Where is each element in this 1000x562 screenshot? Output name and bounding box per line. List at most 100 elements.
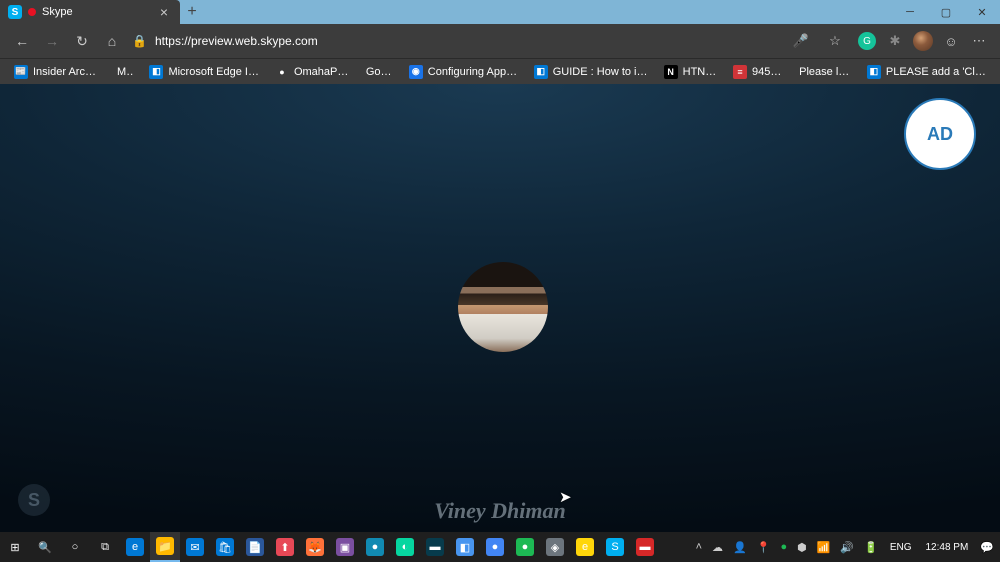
- tray-volume-icon[interactable]: 🔊: [838, 541, 856, 554]
- taskbar-spotify-button[interactable]: ●: [510, 532, 540, 562]
- bookmarks-bar: 📰 Insider Archives M...◧Microsoft Edge Ins…: [0, 58, 1000, 84]
- feedback-icon[interactable]: ☺: [938, 28, 964, 54]
- maximize-button[interactable]: ▢: [928, 0, 964, 24]
- forward-button[interactable]: →: [38, 27, 66, 55]
- tray-language[interactable]: ENG: [886, 542, 916, 553]
- user-avatar: [458, 262, 548, 352]
- bookmark-favicon-icon: ◧: [149, 65, 163, 79]
- tray-onedrive-icon[interactable]: ☁: [710, 541, 725, 554]
- taskbar-taskview-button[interactable]: ⧉: [90, 532, 120, 562]
- bookmark-item[interactable]: ◧PLEASE add a 'Clear...: [861, 63, 992, 81]
- bookmark-label: Configuring Apps a...: [428, 66, 518, 78]
- taskview-icon: ⧉: [96, 538, 114, 556]
- bookmark-label: HTNovo: [683, 66, 717, 78]
- profile-avatar[interactable]: [910, 28, 936, 54]
- taskbar-app4-button[interactable]: ●: [360, 532, 390, 562]
- bookmark-item[interactable]: ◧ GUIDE : How to inst...: [528, 63, 654, 81]
- taskbar-search-button[interactable]: 🔍: [30, 532, 60, 562]
- bookmark-label: 945106: [752, 66, 783, 78]
- tray-notifications-icon[interactable]: 💬: [978, 541, 996, 554]
- tray-battery-icon[interactable]: 🔋: [862, 541, 880, 554]
- taskbar-app8-button[interactable]: ◈: [540, 532, 570, 562]
- bookmark-item[interactable]: M...: [111, 64, 140, 80]
- taskbar-store-button[interactable]: 🛍: [210, 532, 240, 562]
- taskbar-app1-button[interactable]: 📄: [240, 532, 270, 562]
- taskbar-firefox-button[interactable]: 🦊: [300, 532, 330, 562]
- skype-icon: S: [606, 538, 624, 556]
- bookmark-item[interactable]: 📰 Insider Archives: [8, 63, 107, 81]
- back-button[interactable]: ←: [8, 27, 36, 55]
- app8-icon: ◈: [546, 538, 564, 556]
- app5-icon: ◐: [396, 538, 414, 556]
- address-bar-row: ← → ↻ ⌂ 🔒 https://preview.web.skype.com …: [0, 24, 1000, 58]
- taskbar-edge-button[interactable]: e: [120, 532, 150, 562]
- tray-up-icon[interactable]: ˄: [694, 541, 704, 553]
- taskbar-skype-button[interactable]: S: [600, 532, 630, 562]
- bookmark-label: GUIDE : How to inst...: [553, 66, 648, 78]
- mic-icon[interactable]: 🎤: [788, 28, 814, 54]
- bookmark-item[interactable]: ◉ Configuring Apps a...: [403, 63, 524, 81]
- tray-app-icon[interactable]: ●: [778, 541, 789, 553]
- tray-people-icon[interactable]: 👤: [731, 541, 749, 554]
- taskbar-mail-button[interactable]: ✉: [180, 532, 210, 562]
- signature-text: Viney Dhiman: [434, 498, 565, 524]
- extension-grammarly[interactable]: G: [854, 28, 880, 54]
- tray-clock[interactable]: 12:48 PM: [921, 542, 972, 553]
- taskbar-app6-button[interactable]: ▬: [420, 532, 450, 562]
- taskbar-chrome-button[interactable]: ●: [480, 532, 510, 562]
- taskbar-app9-button[interactable]: e: [570, 532, 600, 562]
- home-button[interactable]: ⌂: [98, 27, 126, 55]
- refresh-button[interactable]: ↻: [68, 27, 96, 55]
- favorite-icon[interactable]: ☆: [822, 28, 848, 54]
- bookmark-favicon-icon: 📰: [14, 65, 28, 79]
- close-window-button[interactable]: ✕: [964, 0, 1000, 24]
- bookmark-favicon-icon: ◉: [409, 65, 423, 79]
- explorer-icon: 📁: [156, 537, 174, 555]
- bookmark-item[interactable]: ≡945106: [727, 63, 789, 81]
- address-box[interactable]: 🔒 https://preview.web.skype.com 🎤 ☆: [128, 28, 852, 54]
- tab-title: Skype: [42, 6, 150, 18]
- bookmark-label: Please let...: [799, 66, 851, 78]
- taskbar-app10-button[interactable]: ▬: [630, 532, 660, 562]
- skype-watermark-icon: S: [18, 484, 50, 516]
- cortana-icon: ○: [66, 538, 84, 556]
- tray-wifi-icon[interactable]: 📶: [815, 541, 833, 554]
- bookmark-item[interactable]: ● OmahaProxy: [269, 63, 356, 81]
- taskbar-app3-button[interactable]: ▣: [330, 532, 360, 562]
- menu-button[interactable]: ⋯: [966, 28, 992, 54]
- taskbar-start-button[interactable]: ⊞: [0, 532, 30, 562]
- ad-badge[interactable]: AD: [904, 98, 976, 170]
- close-tab-button[interactable]: ×: [156, 4, 172, 20]
- tray-bt-icon[interactable]: ⬢: [795, 541, 809, 554]
- taskbar-app7-button[interactable]: ◧: [450, 532, 480, 562]
- bookmark-item[interactable]: ◧Microsoft Edge Insi...: [143, 63, 265, 81]
- titlebar: S Skype × + ─ ▢ ✕: [0, 0, 1000, 24]
- edge-icon: e: [126, 538, 144, 556]
- minimize-button[interactable]: ─: [892, 0, 928, 24]
- bookmark-favicon-icon: ●: [275, 65, 289, 79]
- taskbar-explorer-button[interactable]: 📁: [150, 532, 180, 562]
- taskbar-app2-button[interactable]: ⬆: [270, 532, 300, 562]
- bookmark-label: PLEASE add a 'Clear...: [886, 66, 986, 78]
- tray-location-icon[interactable]: 📍: [755, 541, 773, 554]
- url-text: https://preview.web.skype.com: [155, 34, 780, 48]
- window-controls: ─ ▢ ✕: [892, 0, 1000, 24]
- taskbar-cortana-button[interactable]: ○: [60, 532, 90, 562]
- bookmark-item[interactable]: Goo...: [360, 64, 399, 80]
- bookmark-favicon-icon: N: [664, 65, 678, 79]
- lock-icon: 🔒: [132, 34, 147, 48]
- extension-icon[interactable]: ✱: [882, 28, 908, 54]
- bookmark-item[interactable]: N HTNovo: [658, 63, 723, 81]
- bookmark-label: Insider Archives: [33, 66, 101, 78]
- mail-icon: ✉: [186, 538, 204, 556]
- store-icon: 🛍: [216, 538, 234, 556]
- bookmark-label: OmahaProxy: [294, 66, 350, 78]
- new-tab-button[interactable]: +: [180, 0, 204, 24]
- app6-icon: ▬: [426, 538, 444, 556]
- bookmark-item[interactable]: Please let...: [793, 64, 857, 80]
- browser-tab[interactable]: S Skype ×: [0, 0, 180, 24]
- bookmark-favicon-icon: ◧: [534, 65, 548, 79]
- taskbar-app5-button[interactable]: ◐: [390, 532, 420, 562]
- spotify-icon: ●: [516, 538, 534, 556]
- chrome-icon: ●: [486, 538, 504, 556]
